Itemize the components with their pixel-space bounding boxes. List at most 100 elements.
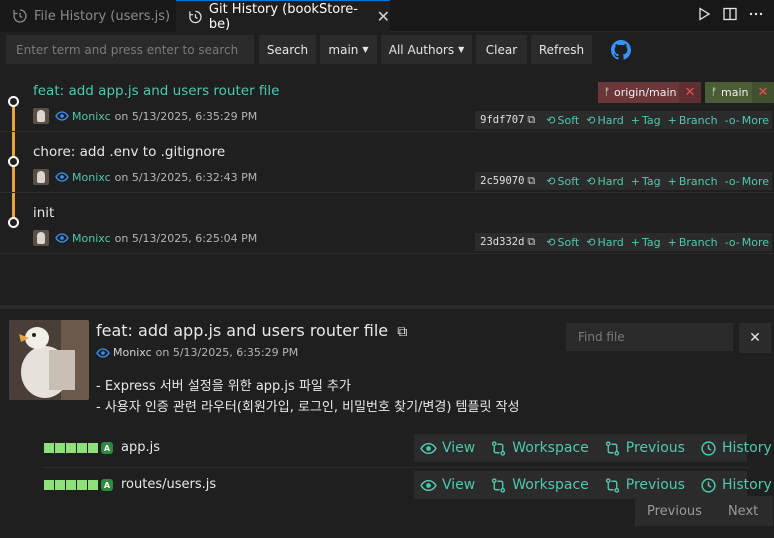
tab-label: Git History (bookStore-be) [208,1,358,32]
file-name[interactable]: routes/users.js [121,477,216,492]
commit-icon: -o- [724,113,740,127]
avatar [33,169,49,185]
history-icon [189,10,202,23]
soft-reset-button[interactable]: ⟲ Soft [546,175,579,188]
workspace-button[interactable]: Workspace [490,477,589,494]
hard-reset-button[interactable]: ⟲ Hard [586,236,624,249]
branch-dropdown[interactable]: main ▼ [320,35,377,64]
file-actions: View Workspace Previous History [414,434,772,462]
copy-icon[interactable]: ⧉ [397,324,407,340]
add-tag-button[interactable]: + Tag [631,175,661,188]
previous-label: Previous [625,440,685,456]
add-tag-button[interactable]: + Tag [631,114,661,127]
previous-button[interactable]: Previous [604,440,685,457]
commit-row[interactable]: chore: add .env to .gitignore Monixc on … [0,132,774,193]
file-name[interactable]: app.js [121,440,160,455]
reset-icon: ⟲ [586,235,596,249]
github-icon[interactable] [611,40,631,60]
add-branch-button[interactable]: + Branch [668,236,718,249]
commit-title[interactable]: chore: add .env to .gitignore [33,144,225,160]
tab-file-history[interactable]: File History (users.js) [0,0,176,32]
close-details-button[interactable]: ✕ [739,323,771,353]
authors-dropdown[interactable]: All Authors ▼ [381,35,472,64]
reset-icon: ⟲ [546,235,556,249]
clear-button[interactable]: Clear [476,35,527,64]
view-button[interactable]: View [420,477,475,494]
eye-icon [420,479,437,491]
toolbar: Search main▼ All Authors▼ Clear Refresh [0,32,774,68]
refresh-button[interactable]: Refresh [531,35,592,64]
compare-icon [492,477,506,493]
file-row: A app.js View Workspace Previous History [42,432,772,468]
reset-icon: ⟲ [546,113,556,127]
tag-label: Tag [641,235,661,249]
next-page-button[interactable]: Next [728,504,758,519]
more-button[interactable]: -o- More [725,114,769,127]
description-line: - Express 서버 설정을 위한 app.js 파일 추가 [96,379,351,394]
commit-author[interactable]: Monixc [72,232,111,245]
plus-icon: + [667,113,677,127]
authors-label: All Authors [388,42,455,57]
search-input[interactable] [6,35,254,64]
commit-description: - Express 서버 설정을 위한 app.js 파일 추가 - 사용자 인… [96,376,519,418]
find-file-input[interactable] [566,323,733,351]
soft-label: Soft [557,174,580,188]
view-label: View [442,440,476,456]
commit-title[interactable]: init [33,205,54,221]
more-button[interactable]: -o- More [725,175,769,188]
copy-icon[interactable]: ⧉ [527,113,535,127]
added-status-badge: A [101,442,113,454]
description-line: - 사용자 인증 관련 라우터(회원가입, 로그인, 비밀번호 찾기/변경) 템… [96,400,520,415]
view-button[interactable]: View [420,440,475,457]
workspace-button[interactable]: Workspace [490,440,589,457]
add-branch-button[interactable]: + Branch [668,114,718,127]
commit-hash[interactable]: 9fdf707 [480,114,524,126]
history-icon [701,440,716,456]
close-icon[interactable]: ✕ [377,7,390,26]
commit-author[interactable]: Monixc [72,110,111,123]
commit-row[interactable]: feat: add app.js and users router file M… [0,71,774,132]
eye-icon[interactable] [96,347,110,358]
play-icon[interactable] [696,6,712,22]
copy-icon[interactable]: ⧉ [527,235,535,249]
soft-label: Soft [557,113,580,127]
history-button[interactable]: History [700,477,772,494]
reset-icon: ⟲ [586,113,596,127]
more-actions-icon[interactable] [748,6,764,22]
history-button[interactable]: History [700,440,772,457]
commit-icon: -o- [724,235,740,249]
copy-icon[interactable]: ⧉ [527,174,535,188]
chevron-down-icon: ▼ [362,45,369,54]
commit-title[interactable]: feat: add app.js and users router file [33,83,279,99]
add-branch-button[interactable]: + Branch [668,175,718,188]
details-author[interactable]: Monixc [113,346,152,359]
tab-git-history[interactable]: Git History (bookStore-be) ✕ [176,0,390,32]
add-tag-button[interactable]: + Tag [631,236,661,249]
soft-reset-button[interactable]: ⟲ Soft [546,114,579,127]
previous-page-button[interactable]: Previous [647,504,702,519]
commit-icon: -o- [724,174,740,188]
branch-action-label: Branch [678,113,718,127]
commit-hash[interactable]: 2c59070 [480,175,524,187]
previous-button[interactable]: Previous [604,477,685,494]
eye-icon[interactable] [55,172,69,182]
hard-reset-button[interactable]: ⟲ Hard [586,175,624,188]
search-button[interactable]: Search [259,35,316,64]
pagination: Previous Next [635,496,773,526]
eye-icon[interactable] [55,233,69,243]
more-button[interactable]: -o- More [725,236,769,249]
commit-author[interactable]: Monixc [72,171,111,184]
commit-row[interactable]: init Monixc on 5/13/2025, 6:25:04 PM 23d… [0,193,774,254]
commit-actions: 2c59070 ⧉ ⟲ Soft ⟲ Hard + Tag + Branch -o- Mo… [475,172,772,190]
eye-icon[interactable] [55,111,69,121]
soft-label: Soft [557,235,580,249]
soft-reset-button[interactable]: ⟲ Soft [546,236,579,249]
panel-splitter[interactable] [0,305,774,309]
avatar [33,230,49,246]
split-editor-icon[interactable] [722,6,738,22]
commit-hash[interactable]: 23d332d [480,236,524,248]
plus-icon: + [630,174,640,188]
hard-reset-button[interactable]: ⟲ Hard [586,114,624,127]
commit-meta: Monixc on 5/13/2025, 6:35:29 PM [33,108,257,124]
workspace-label: Workspace [512,477,589,493]
